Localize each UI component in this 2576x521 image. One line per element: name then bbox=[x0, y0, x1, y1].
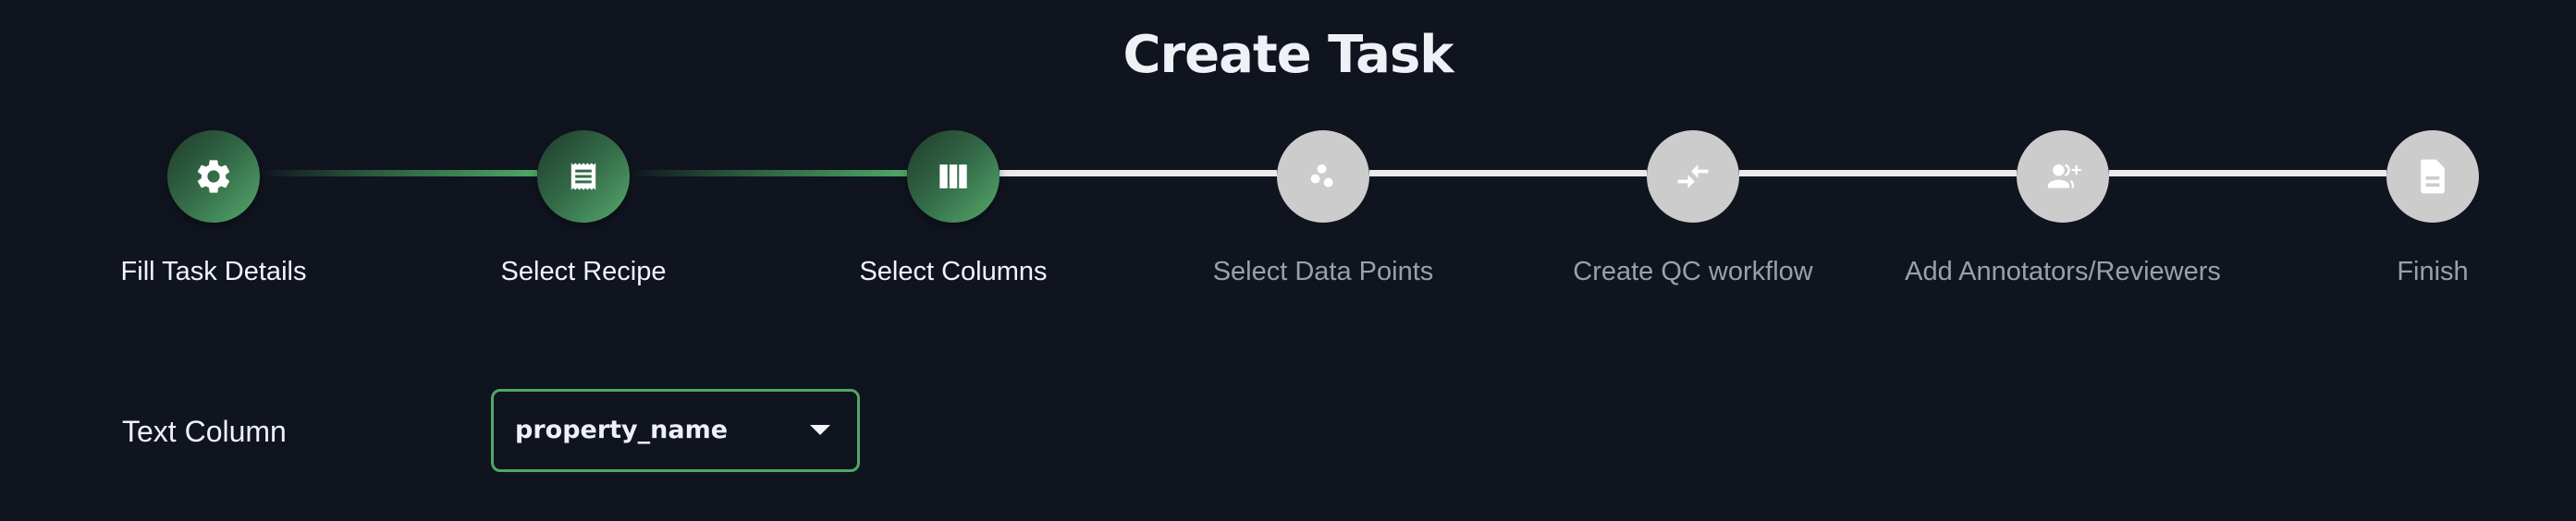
group-add-icon bbox=[2047, 164, 2081, 188]
create-task-page: Create Task Fill Task Details Select Rec… bbox=[0, 0, 2576, 521]
text-column-label: Text Column bbox=[122, 415, 287, 448]
step-create-qc-workflow[interactable] bbox=[1647, 130, 1739, 223]
step-select-data-points[interactable] bbox=[1277, 130, 1369, 223]
step-select-recipe[interactable] bbox=[537, 130, 630, 223]
step-connector bbox=[630, 170, 907, 176]
step-connector bbox=[260, 170, 537, 176]
text-column-select[interactable]: property_name bbox=[491, 389, 860, 472]
receipt-icon bbox=[570, 163, 596, 190]
gear-icon bbox=[197, 160, 230, 193]
step-connector bbox=[2109, 170, 2386, 176]
step-label: Select Recipe bbox=[500, 257, 667, 286]
step-fill-task-details[interactable] bbox=[167, 130, 260, 223]
caret-down-icon bbox=[810, 425, 830, 435]
scatter-dots-icon bbox=[1310, 164, 1333, 188]
step-finish[interactable] bbox=[2386, 130, 2479, 223]
step-label: Add Annotators/Reviewers bbox=[1905, 257, 2221, 286]
document-icon bbox=[2421, 159, 2445, 194]
task-stepper: Fill Task Details Select Recipe Select C… bbox=[0, 0, 2576, 314]
compare-arrows-icon bbox=[1677, 164, 1709, 188]
step-connector bbox=[1000, 170, 1277, 176]
step-connector bbox=[1369, 170, 1647, 176]
view-columns-icon bbox=[939, 164, 967, 188]
step-add-annotators-reviewers[interactable] bbox=[2017, 130, 2109, 223]
step-label: Fill Task Details bbox=[120, 257, 307, 286]
step-label: Select Data Points bbox=[1212, 257, 1434, 286]
step-label: Select Columns bbox=[859, 257, 1048, 286]
text-column-selected-value: property_name bbox=[515, 416, 729, 444]
step-label: Create QC workflow bbox=[1573, 257, 1813, 286]
step-label: Finish bbox=[2397, 257, 2469, 286]
step-select-columns[interactable] bbox=[907, 130, 1000, 223]
step-connector bbox=[1739, 170, 2017, 176]
